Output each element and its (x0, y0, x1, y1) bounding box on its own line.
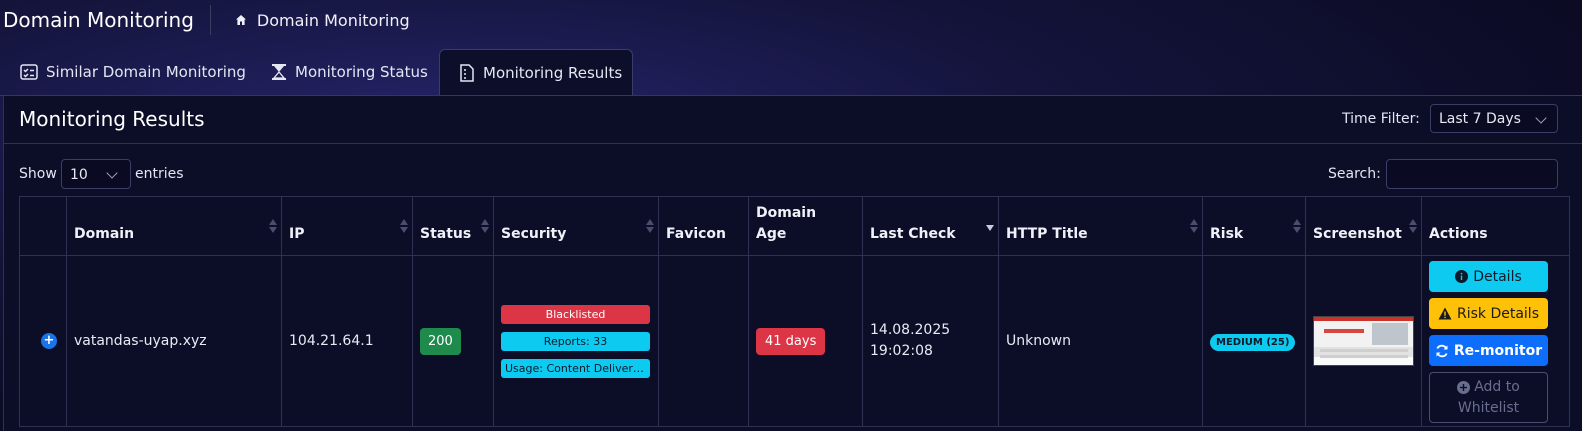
tab-bar: Similar Domain Monitoring Monitoring Sta… (0, 49, 1582, 96)
blacklisted-badge: Blacklisted (501, 304, 650, 324)
tab-monitoring-status[interactable]: Monitoring Status (271, 49, 428, 95)
hourglass-icon (272, 64, 286, 80)
sort-desc-icon (986, 225, 994, 231)
sort-icon (481, 219, 489, 233)
column-header-domain-age[interactable]: Domain Age (748, 196, 863, 256)
table-row: + vatandas-uyap.xyz 104.21.64.1 200 Blac… (19, 255, 1570, 427)
chevron-down-icon (1535, 112, 1547, 124)
reports-badge: Reports: 33 (501, 331, 650, 351)
tab-label: Monitoring Results (483, 64, 623, 82)
chevron-down-icon (106, 167, 118, 179)
expand-row-icon[interactable]: + (41, 333, 57, 349)
checklist-icon (20, 64, 38, 80)
column-header-status[interactable]: Status (412, 196, 494, 256)
sort-icon (646, 219, 654, 233)
cell-domain: vatandas-uyap.xyz (66, 255, 282, 427)
time-filter-value: Last 7 Days (1439, 111, 1521, 127)
remonitor-button[interactable]: Re-monitor (1429, 335, 1548, 366)
tab-label: Monitoring Status (295, 63, 428, 81)
results-table: Domain IP Status Security Favicon Domain… (19, 196, 1570, 427)
search-input[interactable] (1386, 159, 1558, 189)
last-check-date: 14.08.2025 (870, 322, 951, 338)
details-button[interactable]: Details (1429, 261, 1548, 292)
add-to-whitelist-button[interactable]: Add to Whitelist (1429, 372, 1548, 423)
app-title: Domain Monitoring (3, 8, 194, 32)
cell-status: 200 (412, 255, 494, 427)
usage-badge: Usage: Content Delivery Network (501, 358, 650, 378)
cell-http-title: Unknown (998, 255, 1203, 427)
risk-badge: MEDIUM (25) (1210, 334, 1296, 351)
screenshot-thumbnail[interactable] (1313, 316, 1414, 366)
cell-last-check: 14.08.2025 19:02:08 (862, 255, 999, 427)
tab-similar-domain-monitoring[interactable]: Similar Domain Monitoring (20, 49, 246, 95)
sort-icon (1190, 219, 1198, 233)
search-label: Search: (1328, 166, 1381, 182)
cell-risk: MEDIUM (25) (1202, 255, 1306, 427)
column-header-last-check[interactable]: Last Check (862, 196, 999, 256)
top-bar: Domain Monitoring Domain Monitoring (0, 0, 1582, 40)
tab-monitoring-results[interactable]: Monitoring Results (439, 49, 633, 96)
time-filter-select[interactable]: Last 7 Days (1430, 104, 1558, 133)
info-icon (1455, 270, 1469, 283)
table-header-row: Domain IP Status Security Favicon Domain… (19, 196, 1570, 256)
sort-icon (1293, 219, 1301, 233)
column-header-risk[interactable]: Risk (1202, 196, 1306, 256)
tab-label: Similar Domain Monitoring (46, 63, 246, 81)
sort-icon (269, 219, 277, 233)
risk-details-button[interactable]: Risk Details (1429, 298, 1548, 329)
sort-icon (1409, 219, 1417, 233)
column-header-screenshot[interactable]: Screenshot (1305, 196, 1422, 256)
column-header-http-title[interactable]: HTTP Title (998, 196, 1203, 256)
home-icon (235, 15, 246, 25)
cell-domain-age: 41 days (748, 255, 863, 427)
breadcrumb[interactable]: Domain Monitoring (235, 11, 410, 30)
column-header-expand (19, 196, 67, 256)
header-divider (209, 5, 211, 35)
document-icon (460, 64, 474, 82)
plus-circle-icon (1457, 380, 1471, 394)
cell-actions: Details Risk Details Re-monitor Add to W… (1421, 255, 1570, 427)
entries-length-select[interactable]: 10 (61, 159, 131, 189)
breadcrumb-label: Domain Monitoring (256, 10, 410, 30)
column-header-ip[interactable]: IP (281, 196, 413, 256)
results-card: Monitoring Results Time Filter: Last 7 D… (3, 96, 1582, 431)
time-filter-label: Time Filter: (1342, 111, 1420, 127)
cell-expand: + (19, 255, 67, 427)
column-header-domain[interactable]: Domain (66, 196, 282, 256)
cell-security: Blacklisted Reports: 33 Usage: Content D… (493, 255, 659, 427)
cell-screenshot (1305, 255, 1422, 427)
show-label: Show (19, 166, 57, 182)
card-header: Monitoring Results Time Filter: Last 7 D… (4, 96, 1582, 144)
cell-favicon (658, 255, 749, 427)
last-check-time: 19:02:08 (870, 343, 933, 359)
domain-age-badge: 41 days (756, 327, 826, 355)
sort-icon (400, 219, 408, 233)
status-badge: 200 (420, 327, 461, 355)
entries-length-value: 10 (70, 167, 88, 183)
entries-label: entries (135, 166, 184, 182)
column-header-favicon: Favicon (658, 196, 749, 256)
card-title: Monitoring Results (19, 107, 205, 131)
refresh-icon (1436, 344, 1448, 357)
warning-icon (1438, 307, 1452, 320)
cell-ip: 104.21.64.1 (281, 255, 413, 427)
column-header-actions: Actions (1421, 196, 1570, 256)
column-header-security[interactable]: Security (493, 196, 659, 256)
